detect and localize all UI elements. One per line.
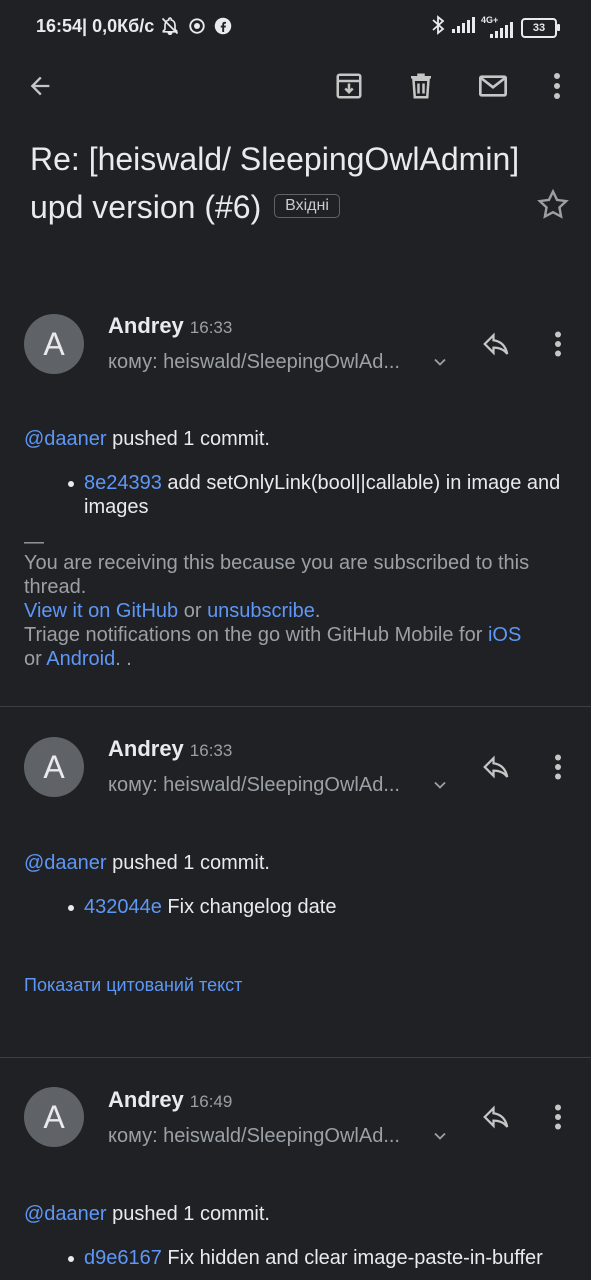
email-subject: Re: [heiswald/ SleepingOwlAdmin] upd ver… (30, 135, 520, 231)
signal-icon (451, 16, 475, 39)
reply-icon[interactable] (476, 324, 516, 364)
record-icon (188, 17, 206, 40)
divider (0, 706, 591, 707)
recipient-line[interactable]: кому: heiswald/SleepingOwlAd... (108, 774, 400, 797)
message-more-icon[interactable] (538, 1097, 578, 1137)
avatar[interactable]: A (24, 314, 84, 374)
top-toolbar (0, 56, 591, 116)
message-time: 16:33 (189, 741, 233, 760)
unsubscribe-link[interactable]: unsubscribe (207, 600, 315, 622)
footer-links: View it on GitHub or unsubscribe. (24, 600, 321, 622)
actor-link[interactable]: @daaner (24, 852, 107, 874)
commit-link[interactable]: 432044e (84, 896, 162, 918)
signal-4g-icon: 4G+ (481, 15, 515, 39)
message-body: @daaner pushed 1 commit. 8e24393 add set… (24, 427, 569, 671)
bell-off-icon (160, 16, 180, 41)
push-line: @daaner pushed 1 commit. (24, 428, 270, 450)
archive-icon[interactable] (329, 66, 369, 106)
bluetooth-icon (431, 14, 445, 41)
commit-list: 8e24393 add setOnlyLink(bool||callable) … (24, 471, 569, 519)
facebook-icon (214, 17, 232, 40)
show-quoted-text-link[interactable]: Показати цитований текст (24, 975, 242, 996)
chevron-down-icon[interactable] (430, 352, 450, 377)
avatar[interactable]: A (24, 1087, 84, 1147)
back-arrow-icon[interactable] (20, 66, 60, 106)
message-time: 16:49 (189, 1092, 233, 1111)
separator: — (24, 531, 44, 553)
recipient-line[interactable]: кому: heiswald/SleepingOwlAd... (108, 1125, 400, 1148)
chevron-down-icon[interactable] (430, 775, 450, 800)
sender-name: Andrey 16:33 (108, 313, 233, 338)
push-line: @daaner pushed 1 commit. (24, 852, 270, 874)
battery-icon: 33 (521, 17, 560, 38)
actor-link[interactable]: @daaner (24, 428, 107, 450)
message-time: 16:33 (189, 318, 233, 337)
message-more-icon[interactable] (538, 747, 578, 787)
push-line: @daaner pushed 1 commit. (24, 1203, 270, 1225)
mark-unread-icon[interactable] (473, 66, 513, 106)
status-time: 16:54| 0,0Кб/с (36, 16, 155, 36)
reply-icon[interactable] (476, 747, 516, 787)
ios-link[interactable]: iOS (488, 624, 521, 646)
commit-link[interactable]: d9e6167 (84, 1247, 162, 1269)
star-icon[interactable] (535, 187, 575, 227)
avatar[interactable]: A (24, 737, 84, 797)
status-bar: 16:54| 0,0Кб/с 4G+ 33 (0, 0, 591, 56)
message-body: @daaner pushed 1 commit. 432044e Fix cha… (24, 851, 569, 919)
sender-name: Andrey 16:33 (108, 736, 233, 761)
list-item: 8e24393 add setOnlyLink(bool||callable) … (68, 471, 569, 519)
footer-text: You are receiving this because you are s… (24, 552, 530, 598)
delete-icon[interactable] (401, 66, 441, 106)
recipient-line[interactable]: кому: heiswald/SleepingOwlAd... (108, 351, 400, 374)
list-item: d9e6167 Fix hidden and clear image-paste… (68, 1246, 569, 1270)
more-vert-icon[interactable] (537, 66, 577, 106)
actor-link[interactable]: @daaner (24, 1203, 107, 1225)
message-more-icon[interactable] (538, 324, 578, 364)
message-body: @daaner pushed 1 commit. d9e6167 Fix hid… (24, 1202, 569, 1270)
chevron-down-icon[interactable] (430, 1126, 450, 1151)
commit-list: 432044e Fix changelog date (24, 895, 569, 919)
inbox-label[interactable]: Вхідні (274, 193, 340, 218)
android-link[interactable]: Android (46, 648, 115, 670)
view-on-github-link[interactable]: View it on GitHub (24, 600, 178, 622)
list-item: 432044e Fix changelog date (68, 895, 569, 919)
reply-icon[interactable] (476, 1097, 516, 1137)
status-icons-right: 4G+ 33 (431, 14, 560, 41)
status-icons-left (160, 16, 232, 41)
triage-text: Triage notifications on the go with GitH… (24, 624, 522, 670)
divider (0, 1057, 591, 1058)
commit-list: d9e6167 Fix hidden and clear image-paste… (24, 1246, 569, 1270)
commit-link[interactable]: 8e24393 (84, 472, 162, 494)
sender-name: Andrey 16:49 (108, 1087, 233, 1112)
